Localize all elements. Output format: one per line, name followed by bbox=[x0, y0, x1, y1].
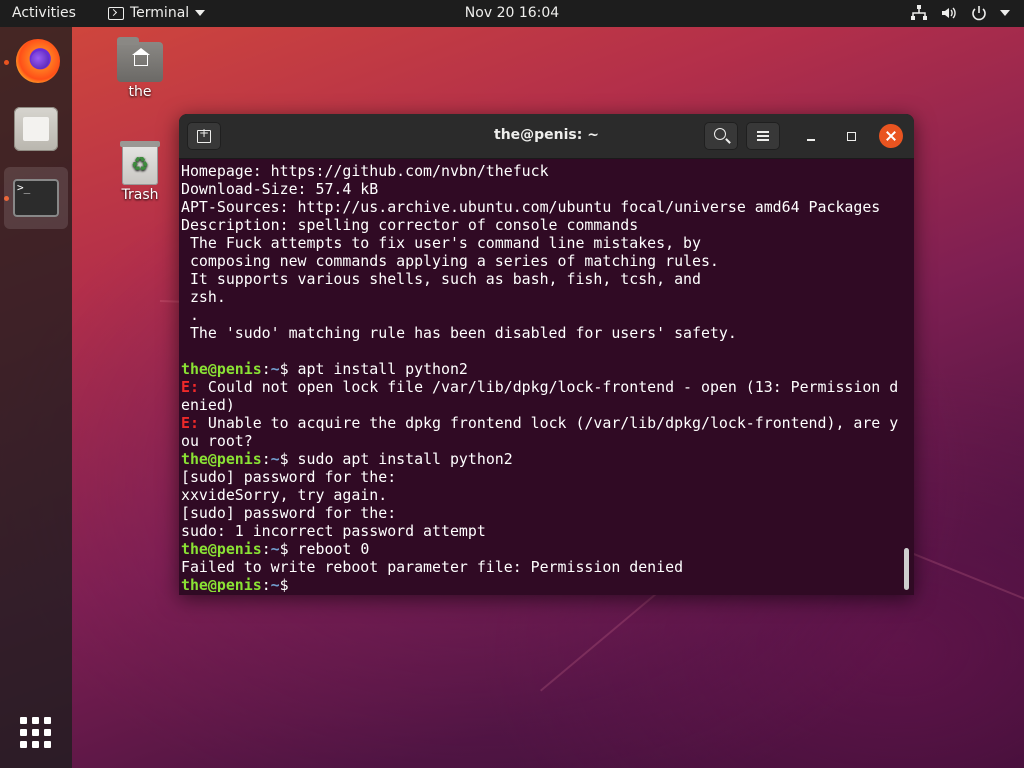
terminal-line-text: Unable to acquire the dpkg frontend lock… bbox=[198, 414, 899, 432]
terminal-line: [sudo] password for the: bbox=[181, 468, 903, 486]
minimize-button[interactable] bbox=[799, 124, 823, 148]
terminal-line-text: The 'sudo' matching rule has been disabl… bbox=[181, 324, 737, 342]
terminal-line-text: The Fuck attempts to fix user's command … bbox=[181, 234, 701, 252]
terminal-line-text bbox=[289, 576, 298, 592]
prompt-user: the@penis bbox=[181, 576, 262, 592]
maximize-button[interactable] bbox=[839, 124, 863, 148]
terminal-icon bbox=[108, 6, 124, 20]
app-menu-label: Terminal bbox=[130, 5, 190, 21]
volume-icon[interactable] bbox=[940, 4, 958, 22]
prompt-path: ~ bbox=[270, 450, 280, 468]
terminal-line-text: xxvideSorry, try again. bbox=[181, 486, 388, 504]
top-bar: Activities Terminal Nov 20 16:04 bbox=[0, 0, 1024, 27]
chevron-down-icon bbox=[195, 10, 206, 16]
terminal-line: the@penis:~$ sudo apt install python2 bbox=[181, 450, 513, 468]
desktop-trash[interactable]: ♻ Trash bbox=[108, 141, 172, 203]
terminal-line-text: zsh. bbox=[181, 288, 226, 306]
new-tab-button[interactable] bbox=[187, 122, 221, 150]
menu-button[interactable] bbox=[746, 122, 780, 150]
terminal-line: The Fuck attempts to fix user's command … bbox=[181, 234, 903, 252]
terminal-line: Failed to write reboot parameter file: P… bbox=[181, 558, 903, 576]
terminal-line-text: sudo apt install python2 bbox=[288, 450, 513, 468]
terminal-line-text: apt install python2 bbox=[288, 360, 468, 378]
terminal-line: [sudo] password for the: bbox=[181, 504, 903, 522]
terminal-line-text: It supports various shells, such as bash… bbox=[181, 270, 701, 288]
activities-button[interactable]: Activities bbox=[12, 5, 76, 21]
desktop-home-folder[interactable]: the bbox=[108, 37, 172, 100]
system-tray[interactable] bbox=[910, 4, 1010, 22]
terminal-line: ou root? bbox=[181, 432, 903, 450]
terminal-line: enied) bbox=[181, 396, 903, 414]
prompt-user: the@penis bbox=[181, 540, 262, 558]
terminal-line-text: ou root? bbox=[181, 432, 253, 450]
terminal-line: Homepage: https://github.com/nvbn/thefuc… bbox=[181, 162, 903, 180]
terminal-line: composing new commands applying a series… bbox=[181, 252, 903, 270]
desktop-home-label: the bbox=[128, 84, 152, 100]
network-icon[interactable] bbox=[910, 4, 928, 22]
terminal-line-text: [sudo] password for the: bbox=[181, 504, 397, 522]
terminal-line-text: enied) bbox=[181, 396, 235, 414]
terminal-line: It supports various shells, such as bash… bbox=[181, 270, 903, 288]
terminal-line: the@penis:~$ reboot 0 bbox=[181, 540, 370, 558]
terminal-line-text: . bbox=[181, 306, 199, 324]
prompt-dollar: $ bbox=[279, 576, 289, 592]
error-prefix: E: bbox=[181, 378, 199, 396]
terminal-line: E: Unable to acquire the dpkg frontend l… bbox=[181, 414, 903, 432]
prompt-path: ~ bbox=[270, 576, 280, 592]
terminal-window[interactable]: the@penis: ~ Homepage: https://github.co… bbox=[179, 114, 914, 595]
terminal-line: Download-Size: 57.4 kB bbox=[181, 180, 903, 198]
terminal-line-text: Homepage: https://github.com/nvbn/thefuc… bbox=[181, 162, 549, 180]
terminal-line: xxvideSorry, try again. bbox=[181, 486, 903, 504]
desktop-trash-label: Trash bbox=[121, 187, 159, 203]
dock-item-firefox[interactable] bbox=[4, 31, 68, 93]
terminal-line: zsh. bbox=[181, 288, 903, 306]
terminal-line-text: [sudo] password for the: bbox=[181, 468, 397, 486]
prompt-dollar: $ bbox=[279, 450, 289, 468]
terminal-line-text: APT-Sources: http://us.archive.ubuntu.co… bbox=[181, 198, 881, 216]
terminal-line: The 'sudo' matching rule has been disabl… bbox=[181, 324, 903, 342]
terminal-icon: >_ bbox=[13, 179, 59, 217]
clock[interactable]: Nov 20 16:04 bbox=[465, 5, 559, 21]
prompt-dollar: $ bbox=[279, 360, 289, 378]
dock-item-files[interactable] bbox=[4, 99, 68, 161]
terminal-line: E: Could not open lock file /var/lib/dpk… bbox=[181, 378, 903, 396]
prompt-path: ~ bbox=[270, 360, 280, 378]
terminal-line-text: Failed to write reboot parameter file: P… bbox=[181, 558, 684, 576]
terminal-line-text: Could not open lock file /var/lib/dpkg/l… bbox=[198, 378, 899, 396]
app-menu[interactable]: Terminal bbox=[108, 5, 206, 21]
prompt-path: ~ bbox=[270, 540, 280, 558]
terminal-line: . bbox=[181, 306, 903, 324]
prompt-user: the@penis bbox=[181, 450, 262, 468]
error-prefix: E: bbox=[181, 414, 199, 432]
scrollbar[interactable] bbox=[904, 548, 909, 590]
trash-icon: ♻ bbox=[120, 141, 160, 185]
close-button[interactable] bbox=[879, 124, 903, 148]
terminal-line-text: composing new commands applying a series… bbox=[181, 252, 719, 270]
power-icon[interactable] bbox=[970, 4, 988, 22]
terminal-output[interactable]: Homepage: https://github.com/nvbn/thefuc… bbox=[181, 162, 903, 592]
prompt-dollar: $ bbox=[279, 540, 289, 558]
terminal-line: the@penis:~$ bbox=[181, 576, 903, 592]
home-folder-icon bbox=[117, 37, 163, 82]
chevron-down-icon[interactable] bbox=[1000, 10, 1010, 16]
terminal-line: Description: spelling corrector of conso… bbox=[181, 216, 903, 234]
terminal-line-text: Description: spelling corrector of conso… bbox=[181, 216, 639, 234]
prompt-user: the@penis bbox=[181, 360, 262, 378]
terminal-line: the@penis:~$ apt install python2 bbox=[181, 360, 468, 378]
dock: >_ bbox=[0, 27, 72, 768]
terminal-line-text: Download-Size: 57.4 kB bbox=[181, 180, 379, 198]
firefox-icon bbox=[16, 39, 60, 83]
terminal-line: sudo: 1 incorrect password attempt bbox=[181, 522, 903, 540]
terminal-line-text: sudo: 1 incorrect password attempt bbox=[181, 522, 486, 540]
terminal-line-text: reboot 0 bbox=[288, 540, 370, 558]
files-icon bbox=[14, 107, 58, 151]
dock-item-terminal[interactable]: >_ bbox=[4, 167, 68, 229]
show-applications-icon[interactable] bbox=[20, 717, 52, 749]
window-headerbar[interactable]: the@penis: ~ bbox=[179, 114, 914, 159]
terminal-line: APT-Sources: http://us.archive.ubuntu.co… bbox=[181, 198, 903, 216]
search-button[interactable] bbox=[704, 122, 738, 150]
